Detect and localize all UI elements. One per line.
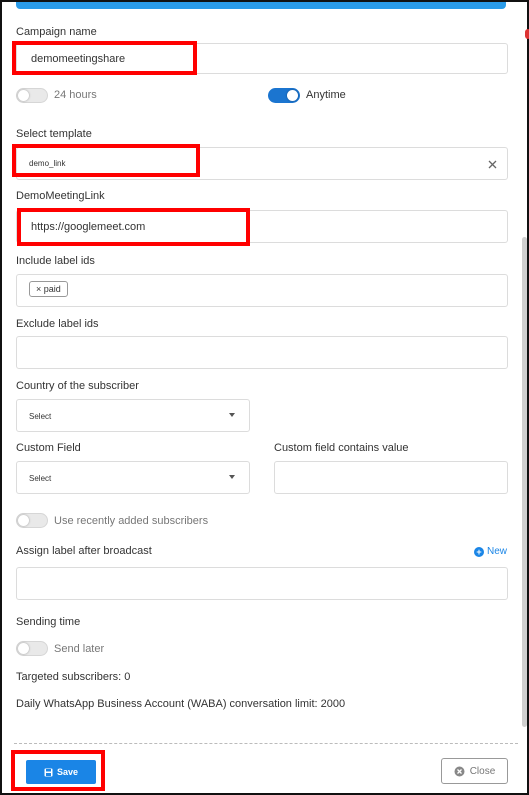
assign-label-label: Assign label after broadcast bbox=[16, 545, 152, 557]
chevron-down-icon bbox=[229, 475, 235, 479]
chevron-down-icon bbox=[229, 413, 235, 417]
toggle-anytime-label: Anytime bbox=[306, 89, 346, 101]
campaign-form-panel: Campaign name demomeetingshare 24 hours … bbox=[0, 0, 529, 795]
custom-field-label: Custom Field bbox=[16, 442, 81, 454]
select-template-label: Select template bbox=[16, 128, 92, 140]
toggle-recently-added-label: Use recently added subscribers bbox=[54, 515, 209, 527]
country-select-value: Select bbox=[29, 412, 52, 421]
toggle-anytime[interactable] bbox=[268, 88, 300, 103]
tag-remove-icon[interactable]: × bbox=[36, 284, 41, 294]
toggle-24-hours[interactable] bbox=[16, 88, 48, 103]
country-select[interactable]: Select bbox=[16, 399, 250, 432]
toggle-recently-added[interactable] bbox=[16, 513, 48, 528]
footer-divider bbox=[14, 743, 518, 744]
demo-meeting-link-label: DemoMeetingLink bbox=[16, 190, 105, 202]
custom-field-contains-input[interactable] bbox=[274, 461, 508, 494]
new-label-link[interactable]: + New bbox=[474, 546, 507, 557]
close-button[interactable]: Close bbox=[441, 758, 508, 784]
tag-text: paid bbox=[43, 284, 61, 294]
toggle-send-later-label: Send later bbox=[54, 643, 105, 655]
close-button-label: Close bbox=[469, 765, 496, 777]
plus-circle-icon: + bbox=[474, 546, 484, 557]
custom-field-select-value: Select bbox=[29, 474, 52, 483]
sending-time-label: Sending time bbox=[16, 616, 81, 628]
toggle-24-hours-label: 24 hours bbox=[54, 89, 97, 101]
country-label: Country of the subscriber bbox=[16, 380, 139, 392]
campaign-name-label: Campaign name bbox=[16, 26, 97, 38]
header-accent-bar bbox=[16, 2, 506, 9]
daily-limit-text: Daily WhatsApp Business Account (WABA) c… bbox=[16, 698, 346, 710]
scrollbar[interactable] bbox=[522, 237, 527, 727]
close-circle-icon bbox=[454, 766, 465, 776]
assign-label-input[interactable] bbox=[16, 567, 508, 600]
highlight-save-button bbox=[11, 750, 105, 791]
highlight-campaign-name bbox=[12, 41, 197, 75]
exclude-label-ids-label: Exclude label ids bbox=[16, 318, 99, 330]
targeted-subscribers: Targeted subscribers: 0 bbox=[16, 671, 131, 683]
clear-x-icon[interactable] bbox=[488, 160, 497, 169]
edge-indicator bbox=[525, 29, 529, 39]
exclude-label-ids-input[interactable] bbox=[16, 336, 508, 369]
new-label-text: New bbox=[487, 546, 508, 557]
highlight-select-template bbox=[12, 144, 200, 177]
include-tag-paid[interactable]: × paid bbox=[29, 281, 68, 297]
include-label-ids-input[interactable]: × paid bbox=[16, 274, 508, 307]
custom-field-contains-label: Custom field contains value bbox=[274, 442, 409, 454]
custom-field-select[interactable]: Select bbox=[16, 461, 250, 494]
toggle-send-later[interactable] bbox=[16, 641, 48, 656]
include-label-ids-label: Include label ids bbox=[16, 255, 95, 267]
highlight-demo-meeting-link bbox=[17, 208, 250, 246]
